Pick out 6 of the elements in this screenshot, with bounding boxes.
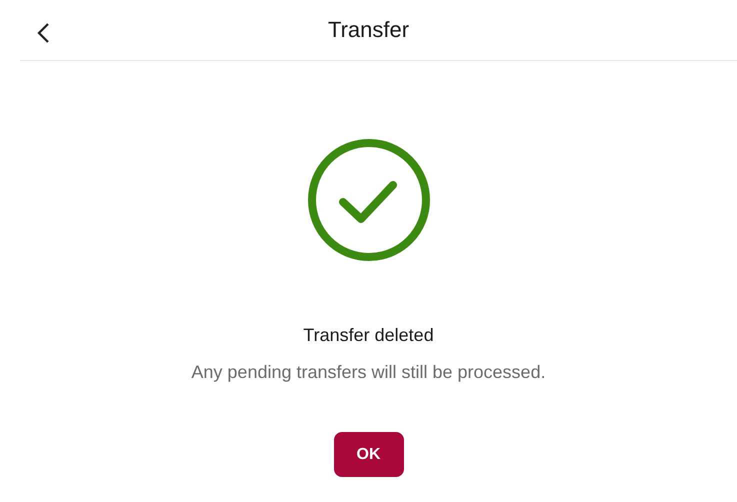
page-title: Transfer — [328, 19, 410, 41]
back-icon — [36, 22, 50, 44]
success-check-icon — [306, 138, 430, 262]
status-message: Any pending transfers will still be processed. — [191, 361, 546, 384]
status-title: Transfer deleted — [303, 324, 434, 347]
ok-button[interactable]: OK — [334, 432, 404, 477]
